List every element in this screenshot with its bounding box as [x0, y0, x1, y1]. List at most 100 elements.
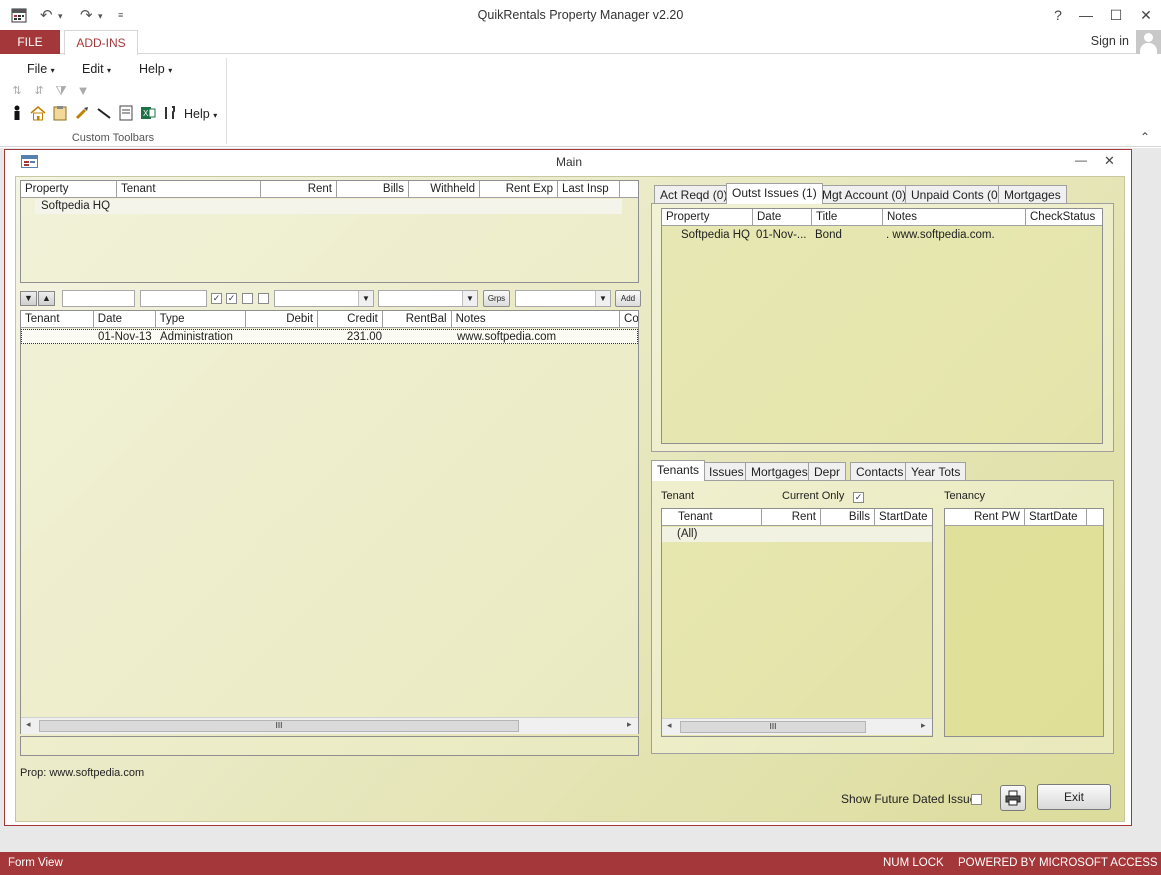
col-start-date[interactable]: StartDate [875, 509, 932, 525]
table-row[interactable]: (All) [662, 527, 932, 542]
help-button[interactable]: ? [1046, 5, 1070, 25]
tab-act-reqd[interactable]: Act Reqd (0) [654, 185, 734, 204]
col-cor[interactable]: Cor [620, 311, 638, 327]
tab-tenant-mortgages[interactable]: Mortgages [745, 462, 814, 481]
col-property[interactable]: Property [21, 181, 117, 197]
filter-notes-combo[interactable]: ▼ [378, 290, 478, 307]
scroll-right-icon[interactable]: ▸ [921, 720, 926, 731]
scroll-thumb[interactable]: III [680, 721, 866, 733]
col-check-status[interactable]: CheckStatus [1026, 209, 1102, 225]
scroll-left-icon[interactable]: ◂ [26, 719, 31, 730]
filter-checkbox-1[interactable]: ✓ [211, 293, 222, 304]
menu-help[interactable]: Help ▾ [139, 62, 172, 76]
current-only-checkbox[interactable]: ✓ [853, 492, 864, 503]
main-close-button[interactable]: ✕ [1104, 153, 1115, 169]
filter-checkbox-2[interactable]: ✓ [226, 293, 237, 304]
toolbar-help-menu[interactable]: Help ▾ [184, 107, 217, 121]
groups-button[interactable]: Grps [483, 290, 510, 307]
table-row[interactable]: 01-Nov-13 Administration 231.00 www.soft… [21, 329, 638, 344]
filter-tenant-input[interactable] [62, 290, 135, 307]
table-row[interactable]: Softpedia HQ 01-Nov-... Bond . www.softp… [662, 228, 1102, 243]
menu-edit[interactable]: Edit ▾ [82, 62, 111, 76]
filter-type-combo[interactable]: ▼ [274, 290, 374, 307]
property-cell: Softpedia HQ [41, 200, 111, 212]
menu-file[interactable]: File ▾ [27, 62, 55, 76]
tab-issues[interactable]: Issues [703, 462, 750, 481]
tenant-cell [22, 330, 95, 343]
col-debit[interactable]: Debit [246, 311, 319, 327]
filter-date-input[interactable] [140, 290, 207, 307]
chevron-down-icon[interactable]: ▼ [595, 291, 610, 306]
tab-tenants[interactable]: Tenants [651, 460, 706, 481]
scroll-left-icon[interactable]: ◂ [667, 720, 672, 731]
clipboard-icon[interactable] [51, 105, 69, 123]
print-button[interactable] [1000, 785, 1026, 811]
col-rentbal[interactable]: RentBal [383, 311, 452, 327]
col-tenant[interactable]: Tenant [674, 509, 762, 525]
tenant-person-icon[interactable] [8, 105, 26, 123]
tab-unpaid-conts[interactable]: Unpaid Conts (0) [905, 185, 1008, 204]
chevron-down-icon[interactable]: ▼ [358, 291, 373, 306]
filter-icon[interactable]: ▼ [74, 82, 92, 100]
col-bills[interactable]: Bills [821, 509, 875, 525]
col-rent-exp[interactable]: Rent Exp [480, 181, 558, 197]
maximize-button[interactable]: ☐ [1104, 5, 1128, 25]
col-date[interactable]: Date [94, 311, 156, 327]
exit-button[interactable]: Exit [1037, 784, 1111, 810]
tools-icon[interactable] [161, 105, 179, 123]
add-button[interactable]: Add [615, 290, 641, 307]
col-bills[interactable]: Bills [337, 181, 409, 197]
col-rent[interactable]: Rent [762, 509, 821, 525]
tenants-hscrollbar[interactable]: ◂ III ▸ [662, 718, 932, 735]
filter-checkbox-4[interactable] [258, 293, 269, 304]
sort-descending-icon[interactable]: ⇵ [30, 82, 48, 100]
brush-icon[interactable] [73, 105, 91, 123]
excel-export-icon[interactable]: X [139, 105, 157, 123]
chevron-down-icon[interactable]: ▼ [462, 291, 477, 306]
scroll-right-icon[interactable]: ▸ [627, 719, 632, 730]
col-date[interactable]: Date [753, 209, 812, 225]
main-minimize-button[interactable]: — [1075, 153, 1087, 167]
col-rent[interactable]: Rent [261, 181, 337, 197]
sign-in-link[interactable]: Sign in [1091, 34, 1129, 48]
avatar[interactable] [1136, 30, 1161, 54]
svg-text:X: X [143, 109, 149, 118]
col-tenant[interactable]: Tenant [21, 311, 94, 327]
line-tool-icon[interactable] [95, 105, 113, 123]
col-notes[interactable]: Notes [452, 311, 621, 327]
col-title[interactable]: Title [812, 209, 883, 225]
move-down-button[interactable]: ▼ [20, 291, 37, 306]
tab-outst-issues[interactable]: Outst Issues (1) [726, 183, 823, 204]
col-withheld[interactable]: Withheld [409, 181, 480, 197]
table-row[interactable]: Softpedia HQ [35, 199, 622, 214]
main-window-title: Main [555, 155, 582, 169]
col-type[interactable]: Type [156, 311, 247, 327]
transactions-hscrollbar[interactable]: ◂ III ▸ [21, 717, 638, 734]
minimize-button[interactable]: — [1074, 5, 1098, 25]
move-up-button[interactable]: ▲ [38, 291, 55, 306]
col-last-insp[interactable]: Last Insp [558, 181, 620, 197]
tab-mgt-account[interactable]: Mgt Account (0) [816, 185, 913, 204]
filter-group-combo[interactable]: ▼ [515, 290, 611, 307]
show-future-issues-checkbox[interactable] [971, 794, 982, 805]
col-property[interactable]: Property [662, 209, 753, 225]
collapse-ribbon-icon[interactable]: ⌃ [1140, 130, 1150, 144]
close-button[interactable]: ✕ [1134, 5, 1158, 25]
tab-year-tots[interactable]: Year Tots [905, 462, 967, 481]
col-notes[interactable]: Notes [883, 209, 1026, 225]
tab-file[interactable]: FILE [0, 30, 60, 54]
scroll-thumb[interactable]: III [39, 720, 519, 732]
tab-contacts[interactable]: Contacts [850, 462, 910, 481]
property-home-icon[interactable] [29, 105, 47, 123]
col-rent-pw[interactable]: Rent PW [957, 509, 1025, 525]
form-icon[interactable] [117, 105, 135, 123]
sort-ascending-icon[interactable]: ⇅ [8, 82, 26, 100]
tab-depr[interactable]: Depr [808, 462, 847, 481]
tab-add-ins[interactable]: ADD-INS [64, 30, 138, 55]
col-start-date[interactable]: StartDate [1025, 509, 1087, 525]
filter-selection-icon[interactable]: ⧩ [52, 82, 70, 100]
tab-mortgages[interactable]: Mortgages [998, 185, 1067, 204]
filter-checkbox-3[interactable] [242, 293, 253, 304]
col-tenant[interactable]: Tenant [117, 181, 261, 197]
col-credit[interactable]: Credit [318, 311, 383, 327]
